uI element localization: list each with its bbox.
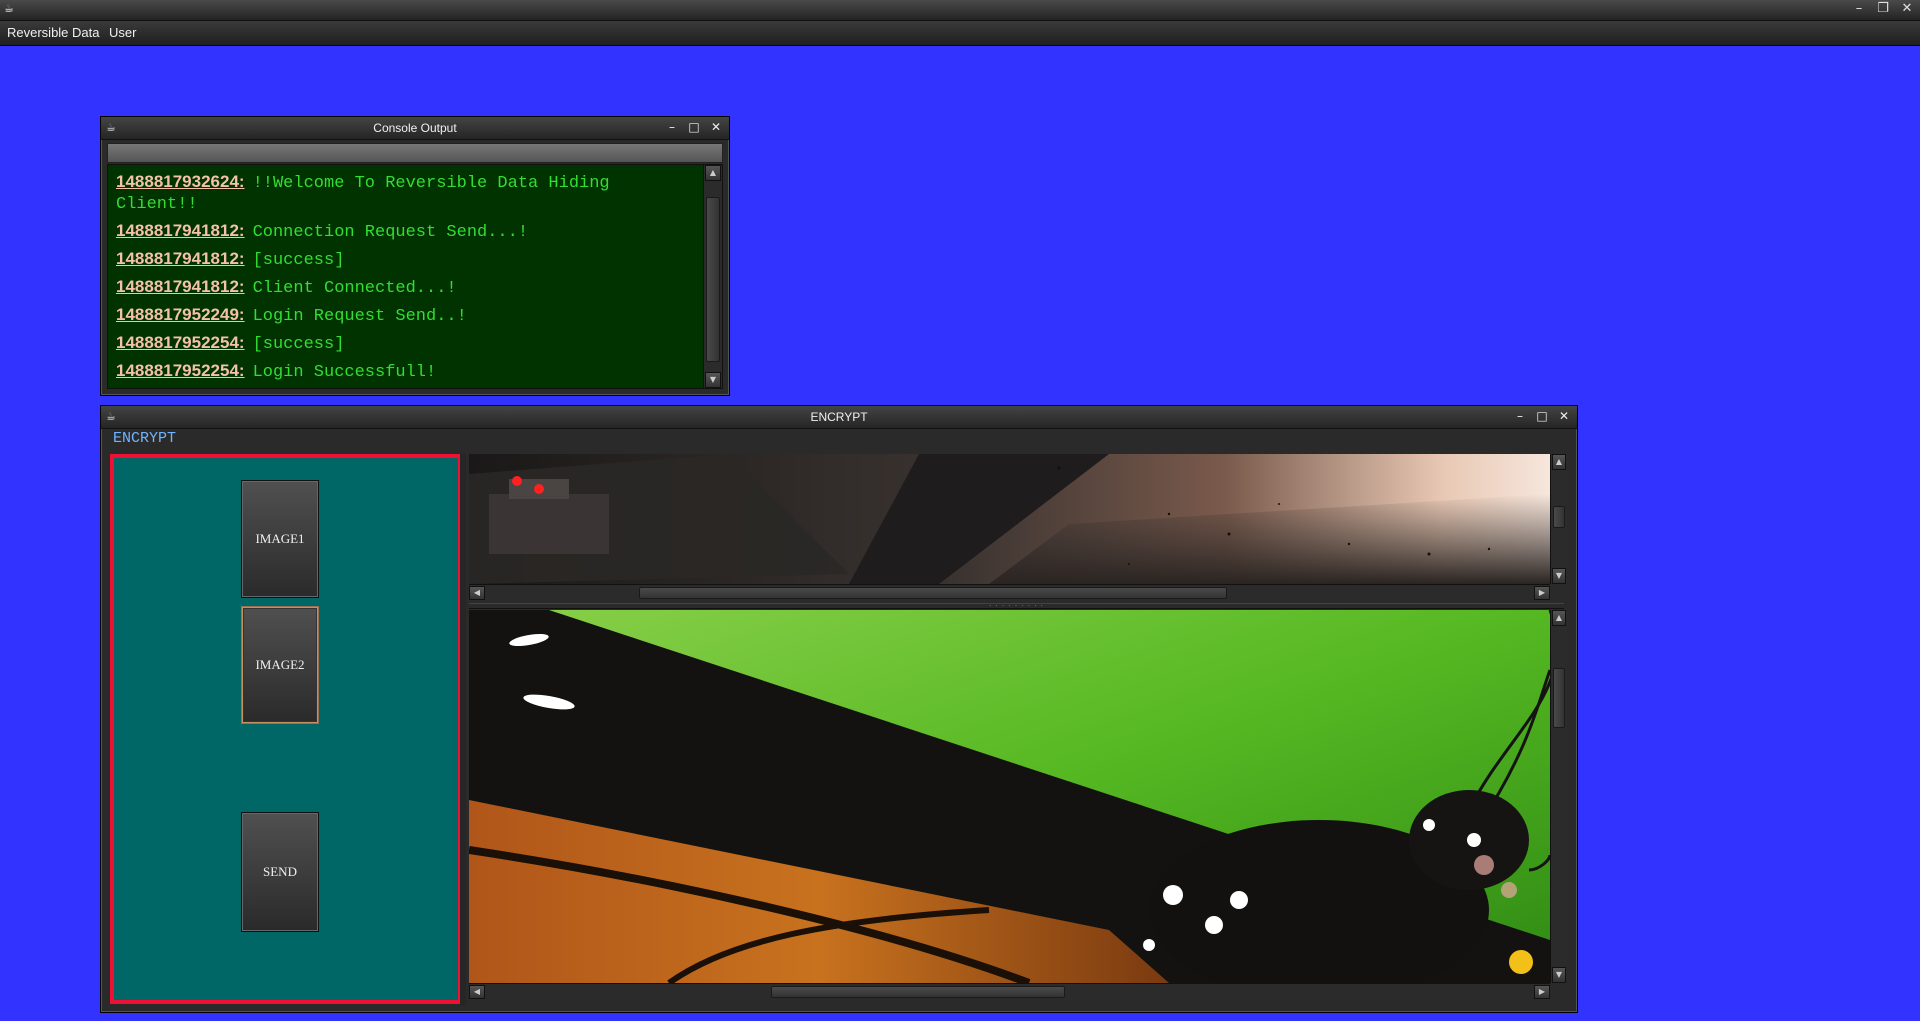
console-line: 1488817952249: Login Request Send..! (116, 304, 692, 327)
maximize-icon[interactable]: □ (687, 120, 701, 134)
scroll-thumb[interactable] (1553, 506, 1565, 528)
close-icon[interactable]: ✕ (1900, 1, 1914, 17)
timestamp: 1488817941812: (116, 249, 245, 268)
minimize-icon[interactable]: – (1852, 1, 1866, 17)
scroll-up-icon[interactable]: ▲ (705, 165, 721, 181)
console-window: ☕ Console Output – □ ✕ 1488817932624: !!W… (100, 116, 730, 396)
maximize-icon[interactable]: □ (1535, 409, 1549, 423)
console-line: 1488817952254: [success] (116, 332, 692, 355)
console-vertical-scrollbar[interactable]: ▲ ▼ (703, 165, 722, 388)
menubar: Reversible Data User (0, 21, 1920, 46)
console-line: 1488817941812: Client Connected...! (116, 276, 692, 299)
timestamp: 1488817932624: (116, 172, 245, 191)
scroll-thumb[interactable] (639, 587, 1227, 599)
image1-horizontal-scrollbar[interactable]: ◀ ▶ (469, 584, 1550, 601)
close-icon[interactable]: ✕ (1557, 409, 1571, 423)
timestamp: 1488817952254: (116, 333, 245, 352)
encrypt-controls-panel: IMAGE1 IMAGE2 SEND (110, 454, 462, 1004)
scroll-left-icon[interactable]: ◀ (469, 985, 485, 999)
minimize-icon[interactable]: – (1513, 409, 1527, 423)
sci-fi-city-image (469, 454, 1550, 584)
scroll-down-icon[interactable]: ▼ (1552, 967, 1566, 983)
scroll-right-icon[interactable]: ▶ (1534, 586, 1550, 600)
scroll-left-icon[interactable]: ◀ (469, 586, 485, 600)
horizontal-splitter[interactable]: · · · · · · · · · (469, 603, 1564, 610)
close-icon[interactable]: ✕ (709, 120, 723, 134)
image2-preview (469, 610, 1550, 983)
console-line: 1488817941812: Connection Request Send...… (116, 220, 692, 243)
message: Login Request Send..! (252, 307, 467, 326)
minimize-icon[interactable]: – (665, 120, 679, 134)
send-button[interactable]: SEND (241, 812, 319, 932)
timestamp: 1488817952254: (116, 361, 245, 380)
encrypt-window: ☕ ENCRYPT – □ ✕ ENCRYPT IMAGE1 IMAGE2 SE… (100, 405, 1578, 1013)
console-title: Console Output (373, 121, 457, 135)
main-titlebar: ☕ – ❐ ✕ (0, 0, 1920, 21)
image2-button[interactable]: IMAGE2 (241, 606, 319, 724)
scroll-down-icon[interactable]: ▼ (705, 372, 721, 388)
scroll-right-icon[interactable]: ▶ (1534, 985, 1550, 999)
console-titlebar[interactable]: ☕ Console Output – □ ✕ (101, 117, 729, 140)
message: [success] (252, 335, 345, 354)
encrypt-panel-label: ENCRYPT (113, 430, 177, 447)
scroll-thumb[interactable] (706, 197, 720, 362)
console-line: 1488817941812: [success] (116, 248, 692, 271)
window-controls: – ❐ ✕ (1852, 1, 1914, 17)
maximize-icon[interactable]: ❐ (1876, 1, 1890, 17)
timestamp: 1488817941812: (116, 277, 245, 296)
scroll-up-icon[interactable]: ▲ (1552, 454, 1566, 470)
image1-button[interactable]: IMAGE1 (241, 480, 319, 598)
image2-vertical-scrollbar[interactable]: ▲ ▼ (1550, 610, 1567, 983)
console-line: 1488817952254: Login Successfull! (116, 360, 692, 383)
image1-vertical-scrollbar[interactable]: ▲ ▼ (1550, 454, 1567, 584)
image2-horizontal-scrollbar[interactable]: ◀ ▶ (469, 983, 1550, 1000)
message: Connection Request Send...! (252, 223, 529, 242)
menu-user[interactable]: User (109, 25, 136, 40)
scroll-up-icon[interactable]: ▲ (1552, 610, 1566, 626)
timestamp: 1488817941812: (116, 221, 245, 240)
scroll-thumb[interactable] (771, 986, 1065, 998)
encrypt-title: ENCRYPT (810, 410, 868, 424)
scroll-down-icon[interactable]: ▼ (1552, 568, 1566, 584)
message: Login Successfull! (252, 363, 437, 382)
console-line: 1488817932624: !!Welcome To Reversible Da… (116, 171, 692, 215)
console-output: 1488817932624: !!Welcome To Reversible Da… (107, 164, 723, 389)
java-cup-icon: ☕ (4, 2, 14, 15)
butterfly-image (469, 610, 1550, 983)
timestamp: 1488817952249: (116, 305, 245, 324)
image1-preview (469, 454, 1550, 584)
encrypt-titlebar[interactable]: ☕ ENCRYPT – □ ✕ (101, 406, 1577, 429)
menu-reversible-data[interactable]: Reversible Data (7, 25, 100, 40)
console-toolbar (107, 143, 723, 163)
scroll-thumb[interactable] (1553, 668, 1565, 728)
message: Client Connected...! (252, 279, 457, 298)
vertical-splitter[interactable] (460, 454, 466, 1006)
message: [success] (252, 251, 345, 270)
